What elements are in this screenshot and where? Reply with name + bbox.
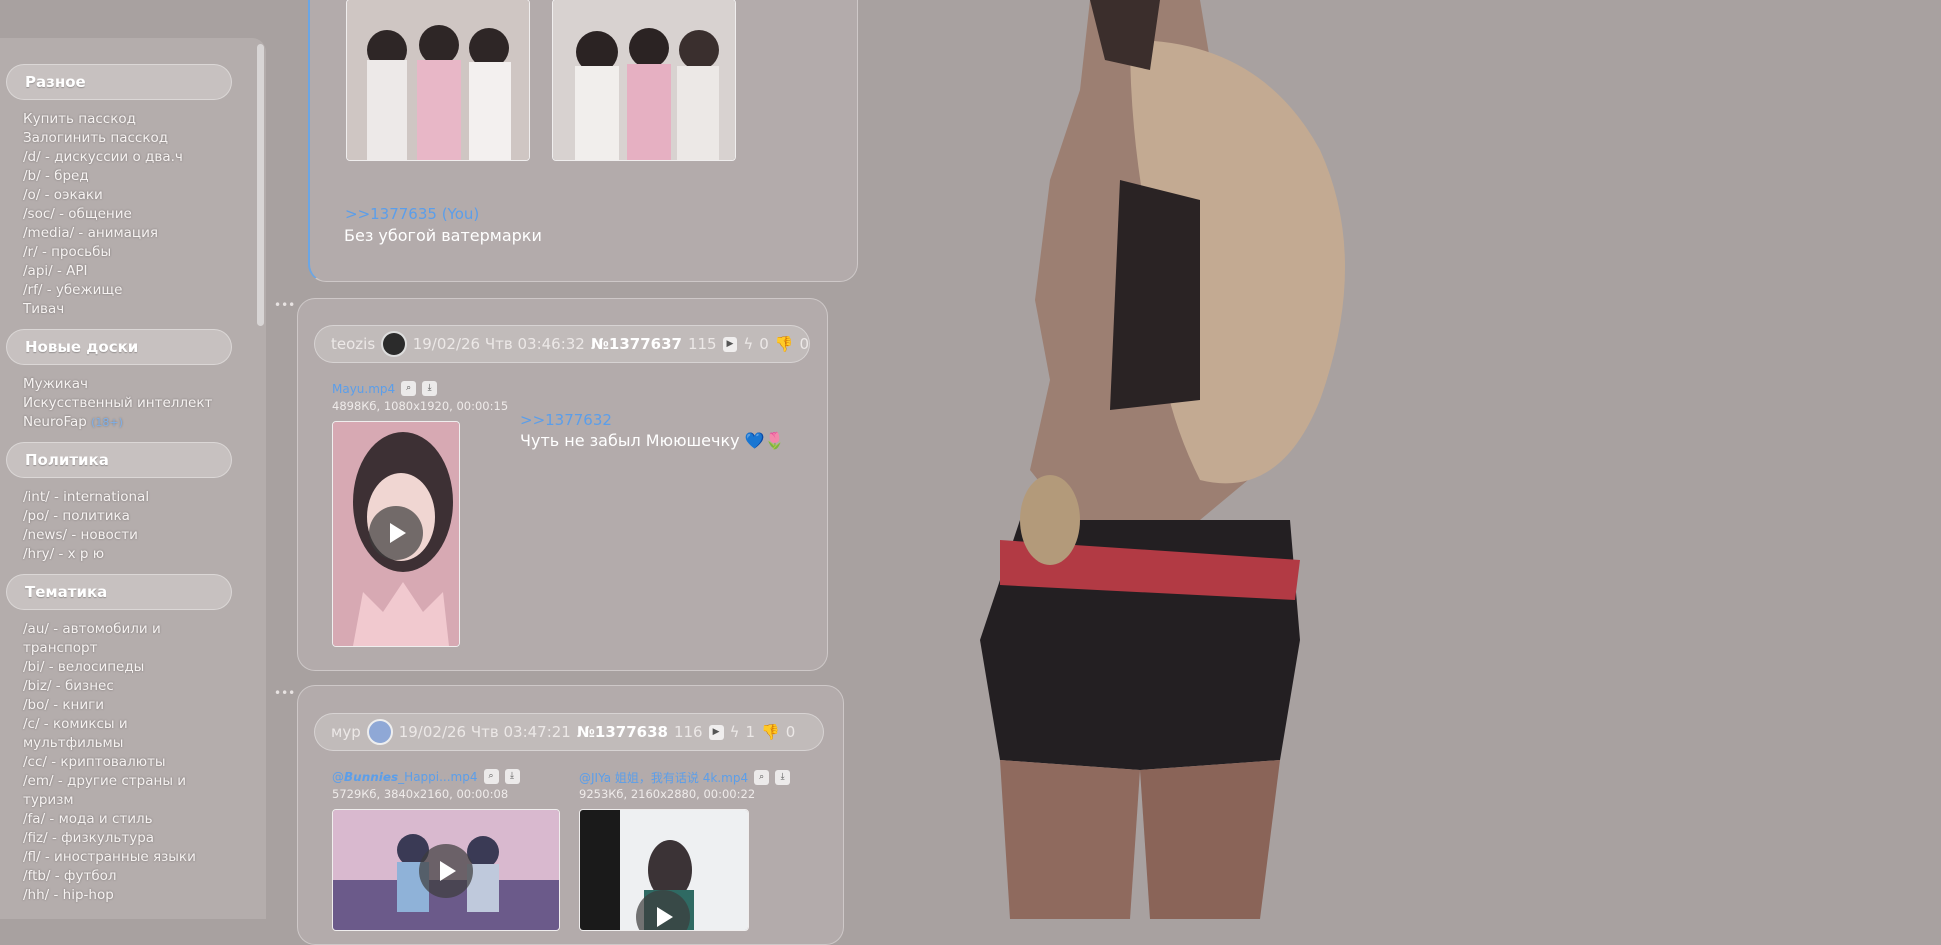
category-list-politics: /int/ - international /po/ - политика /n… [0, 488, 223, 564]
board-link[interactable]: Купить пасскод [23, 110, 223, 129]
post-count: 116 [673, 723, 703, 741]
board-link[interactable]: /ftb/ - футбол [23, 867, 223, 886]
play-button-icon[interactable] [369, 506, 423, 560]
post-image-thumbnail[interactable] [346, 0, 530, 161]
dislike-icon[interactable]: 👎 [761, 714, 780, 750]
post-date: 19/02/26 Чтв 03:46:32 [412, 335, 585, 353]
search-icon[interactable]: ⌕ [483, 769, 499, 784]
board-link[interactable]: /au/ - автомобили и транспорт [23, 620, 223, 658]
board-link[interactable]: /soc/ - общение [23, 205, 223, 224]
board-link[interactable]: /hry/ - х р ю [23, 545, 223, 564]
play-icon[interactable]: ▶ [722, 336, 738, 352]
thread-dots: ••• [274, 298, 296, 312]
post-comment: Без убогой ватермарки [344, 226, 542, 245]
like-count: 0 [759, 335, 769, 353]
board-link[interactable]: /bo/ - книги [23, 696, 223, 715]
dislike-icon[interactable]: 👎 [775, 326, 794, 362]
board-link[interactable]: /po/ - политика [23, 507, 223, 526]
play-button-icon[interactable] [419, 844, 473, 898]
category-list-misc: Купить пасскод Залогинить пасскод /d/ - … [0, 110, 223, 319]
board-link[interactable]: /fl/ - иностранные языки [23, 848, 223, 867]
board-link[interactable]: /r/ - просьбы [23, 243, 223, 262]
post-header: teozis 19/02/26 Чтв 03:46:32 №1377637 11… [314, 325, 810, 363]
category-header-politics[interactable]: Политика [6, 442, 232, 478]
category-list-new-boards: Мужикач Искусственный интеллект NeuroFap… [0, 375, 223, 432]
post-1377637: teozis 19/02/26 Чтв 03:46:32 №1377637 11… [297, 298, 828, 671]
file-name-link[interactable]: Mayu.mp4 [332, 382, 395, 396]
photo-thumbnail [553, 0, 735, 160]
dislike-count: 0 [799, 335, 809, 353]
category-header-themes[interactable]: Тематика [6, 574, 232, 610]
post-number[interactable]: №1377638 [577, 714, 668, 750]
file-meta: 5729Кб, 3840x2160, 00:00:08 [332, 787, 509, 801]
board-link[interactable]: /fiz/ - физкультура [23, 829, 223, 848]
board-link[interactable]: /hh/ - hip-hop [23, 886, 223, 905]
board-link[interactable]: NeuroFap (18+) [23, 413, 223, 432]
post-1377635-reply: >>1377635 (You) Без убогой ватермарки [308, 0, 858, 282]
board-link[interactable]: /news/ - новости [23, 526, 223, 545]
thread-dots: ••• [274, 686, 296, 700]
file-info-row: @JIYa 姐姐，我有话说 4k.mp4 ⌕ ⤓ [579, 769, 791, 786]
board-link[interactable]: /rf/ - убежище [23, 281, 223, 300]
reply-link[interactable]: >>1377635 (You) [345, 205, 479, 223]
board-link[interactable]: /int/ - international [23, 488, 223, 507]
post-comment: Чуть не забыл Мююшечку 💙🌷 [520, 431, 785, 450]
download-icon[interactable]: ⤓ [775, 770, 791, 785]
reply-link[interactable]: >>1377632 [520, 411, 612, 429]
post-count: 115 [687, 335, 717, 353]
post-1377638: мур 19/02/26 Чтв 03:47:21 №1377638 116 ▶… [297, 685, 844, 945]
file-meta: 4898Кб, 1080x1920, 00:00:15 [332, 399, 509, 413]
photo-thumbnail [347, 0, 529, 160]
video-thumbnail[interactable] [332, 421, 460, 647]
dislike-count: 0 [785, 723, 796, 741]
file-info-row: Mayu.mp4 ⌕ ⤓ [332, 381, 438, 396]
category-header-new-boards[interactable]: Новые доски [6, 329, 232, 365]
board-link[interactable]: /cc/ - криптовалюты [23, 753, 223, 772]
board-link[interactable]: /media/ - анимация [23, 224, 223, 243]
search-icon[interactable]: ⌕ [754, 770, 770, 785]
post-number[interactable]: №1377637 [591, 326, 682, 362]
file-name-link[interactable]: @JIYa 姐姐，我有话说 4k.mp4 [579, 769, 748, 786]
board-link[interactable]: /c/ - комиксы и мультфильмы [23, 715, 223, 753]
sidebar-scrollbar[interactable] [257, 44, 264, 326]
board-link[interactable]: /api/ - API [23, 262, 223, 281]
poster-name: мур [331, 723, 361, 741]
category-header-misc[interactable]: Разное [6, 64, 232, 100]
video-thumbnail[interactable] [332, 809, 560, 931]
lightning-icon[interactable]: ϟ [730, 714, 740, 750]
download-icon[interactable]: ⤓ [422, 381, 438, 396]
like-count: 1 [745, 723, 756, 741]
file-meta: 9253Кб, 2160x2880, 00:00:22 [579, 787, 756, 801]
background-figure-image [900, 0, 1600, 919]
board-link-label: NeuroFap [23, 414, 87, 430]
nsfw-tag: (18+) [91, 416, 123, 429]
category-list-themes: /au/ - автомобили и транспорт /bi/ - вел… [0, 620, 223, 905]
board-link[interactable]: /fa/ - мода и стиль [23, 810, 223, 829]
user-avatar-icon [381, 331, 407, 357]
download-icon[interactable]: ⤓ [504, 769, 520, 784]
boards-sidebar: Разное Купить пасскод Залогинить пасскод… [0, 38, 266, 919]
board-link[interactable]: /o/ - оэкаки [23, 186, 223, 205]
play-icon[interactable]: ▶ [708, 724, 724, 740]
board-link[interactable]: /bi/ - велосипеды [23, 658, 223, 677]
board-link[interactable]: /b/ - бред [23, 167, 223, 186]
board-link[interactable]: /biz/ - бизнес [23, 677, 223, 696]
post-image-thumbnail[interactable] [552, 0, 736, 161]
lightning-icon[interactable]: ϟ [743, 326, 753, 362]
board-link[interactable]: /em/ - другие страны и туризм [23, 772, 223, 810]
board-link[interactable]: Тивач [23, 300, 223, 319]
poster-name: teozis [331, 335, 376, 353]
file-info-row: @𝘽𝙪𝙣𝙣𝙞𝙚𝙨_Happi...mp4 ⌕ ⤓ [332, 769, 520, 784]
file-name-link[interactable]: @𝘽𝙪𝙣𝙣𝙞𝙚𝙨_Happi...mp4 [332, 770, 478, 784]
board-link[interactable]: Искусственный интеллект [23, 394, 223, 413]
user-avatar-icon [366, 719, 393, 745]
search-icon[interactable]: ⌕ [401, 381, 417, 396]
post-header: мур 19/02/26 Чтв 03:47:21 №1377638 116 ▶… [314, 713, 824, 751]
board-link[interactable]: /d/ - дискуссии о два.ч [23, 148, 223, 167]
board-link[interactable]: Мужикач [23, 375, 223, 394]
board-link[interactable]: Залогинить пасскод [23, 129, 223, 148]
post-date: 19/02/26 Чтв 03:47:21 [398, 723, 571, 741]
video-thumbnail[interactable] [579, 809, 749, 931]
